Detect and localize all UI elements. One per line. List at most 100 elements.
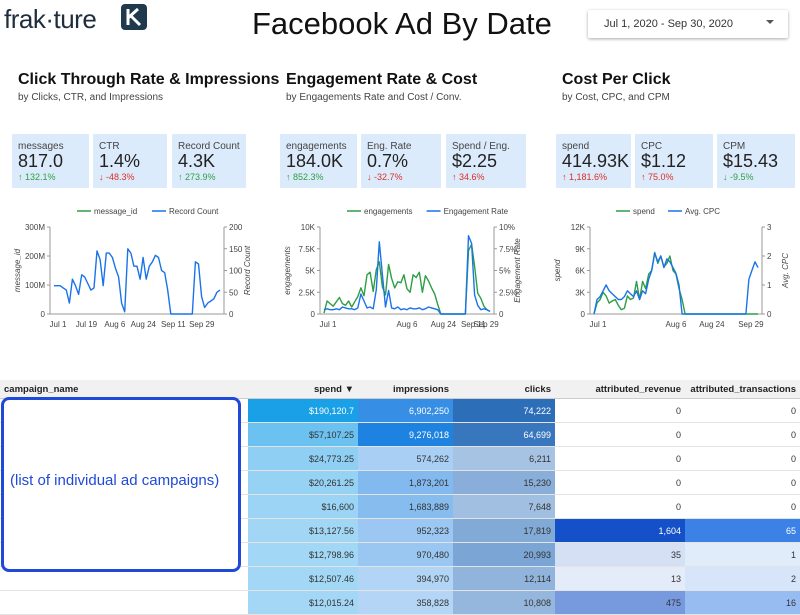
page-title: Facebook Ad By Date [252,6,552,41]
y-tick-label-right: 50 [229,288,238,297]
scorecard-value: $2.25 [452,151,498,171]
series-line-record-count [54,248,221,315]
x-tick-label: Sep 29 [738,320,764,329]
table-cell: $16,600 [248,494,358,519]
scorecard-delta: ↓ -9.5% [723,172,754,182]
section-title-ctr: Click Through Rate & Impressions [18,71,280,88]
scorecard-value: 0.7% [367,151,409,171]
scorecard-delta: ↓ -48.3% [99,172,135,182]
scorecard-spend-per-eng: Spend / Eng. $2.25 ↑ 34.6% [446,134,526,188]
legend-label: Engagement Rate [444,207,509,216]
column-header-attributed-revenue[interactable]: attributed_revenue [555,380,685,399]
table-cell: $12,507.46 [248,566,358,591]
y-tick-label-left: 0 [311,310,316,319]
series-line-spend [593,251,758,315]
table-cell: 65 [685,518,800,543]
y-tick-label-left: 7.5K [299,245,316,254]
section-subtitle-cpc: by Cost, CPC, and CPM [562,92,670,103]
table-cell: 0 [685,446,800,471]
table-cell: 16 [685,590,800,615]
y-tick-label-left: 5K [305,267,315,276]
table-cell: 1,604 [555,518,685,543]
y-tick-label-right: 200 [229,223,243,232]
table-cell: 9,276,018 [358,422,453,447]
x-tick-label: Aug 24 [131,320,157,329]
y-axis-title-left: message_id [13,248,22,292]
scorecard-eng-rate: Eng. Rate 0.7% ↓ -32.7% [361,134,441,188]
scorecard-spend: spend 414.93K ↑ 1,181.6% [556,134,631,188]
table-cell: 64,699 [453,422,555,447]
x-tick-label: Aug 6 [104,320,125,329]
table-cell: 0 [685,494,800,519]
scorecard-messages: messages 817.0 ↑ 132.1% [12,134,89,188]
y-axis-title-right: Engagement Rate [513,238,522,303]
table-cell: 0 [685,470,800,495]
chart-engagements-rate: engagements Engagement Rate 0 2.5K 5K 7.5K 10K… [283,207,522,329]
column-header-attributed-transactions[interactable]: attributed_transactions [685,380,800,399]
column-header-campaign-name[interactable]: campaign_name [0,380,248,399]
column-header-clicks[interactable]: clicks [453,380,555,399]
x-tick-label: Jul 1 [590,320,607,329]
chart-spend-cpc: spend Avg. CPC 0 3K 6K 9K 12K 0 1 2 3 spend Avg. CPC… [553,207,790,329]
table-cell: 6,902,250 [358,398,453,423]
table-cell: 74,222 [453,398,555,423]
table-cell: 10,808 [453,590,555,615]
y-tick-label-left: 200M [25,252,45,261]
chart-messages-record-count: message_id Record Count 0 100M 200M 300M 0 50 10… [13,207,252,329]
table-cell: 1 [685,542,800,567]
y-tick-label-left: 12K [571,223,586,232]
table-cell: 20,993 [453,542,555,567]
x-tick-label: Jul 1 [320,320,337,329]
table-cell: 394,970 [358,566,453,591]
date-range-value: Jul 1, 2020 - Sep 30, 2020 [604,18,734,30]
scorecard-ctr: CTR 1.4% ↓ -48.3% [93,134,167,188]
table-cell: 0 [555,422,685,447]
x-tick-label: Sep 11 [161,320,186,329]
table-cell: $57,107.25 [248,422,358,447]
table-cell: $12,015.24 [248,590,358,615]
table-cell: 1,683,889 [358,494,453,519]
scorecard-delta: ↓ -32.7% [367,172,403,182]
table-cell: 0 [555,494,685,519]
table-cell: 475 [555,590,685,615]
y-tick-label-right: 10% [499,223,515,232]
section-subtitle-engagement: by Engagements Rate and Cost / Conv. [286,92,462,103]
y-tick-label-right: 1 [767,281,772,290]
scorecard-value: 1.4% [99,151,141,171]
table-cell: 2 [685,566,800,591]
table-cell: 0 [555,398,685,423]
y-tick-label-left: 2.5K [299,288,316,297]
column-header-impressions[interactable]: impressions [358,380,453,399]
y-tick-label-right: 100 [229,267,243,276]
table-cell: 0 [685,422,800,447]
table-cell [0,590,248,615]
frakture-logo-icon [121,4,147,30]
x-tick-label: Sep 29 [473,320,499,329]
scorecard-delta: ↑ 34.6% [452,172,485,182]
scorecard-value: $15.43 [723,151,779,171]
scorecard-value: 184.0K [286,151,344,171]
legend-label: message_id [94,207,137,216]
x-tick-label: Aug 6 [397,320,418,329]
table-cell: 17,819 [453,518,555,543]
date-range-picker[interactable]: Jul 1, 2020 - Sep 30, 2020 [588,10,788,38]
scorecard-delta: ↑ 1,181.6% [562,172,608,182]
table-cell: $13,127.56 [248,518,358,543]
table-row[interactable]: $12,015.24 358,828 10,808 475 16 [0,590,800,615]
table-cell: 574,262 [358,446,453,471]
y-tick-label-left: 0 [581,310,586,319]
y-axis-title-left: spend [553,259,562,281]
scorecard-delta: ↑ 852.3% [286,172,324,182]
y-axis-title-right: Record Count [243,245,252,295]
section-subtitle-ctr: by Clicks, CTR, and Impressions [18,92,164,103]
frakture-logo-text: frak·ture [4,4,97,34]
table-cell: $190,120.7 [248,398,358,423]
table-cell: 1,873,201 [358,470,453,495]
x-tick-label: Sep 29 [189,320,215,329]
scorecard-cpm: CPM $15.43 ↓ -9.5% [717,134,795,188]
y-tick-label-right: 5% [499,267,511,276]
table-cell: 6,211 [453,446,555,471]
y-tick-label-left: 0 [41,310,46,319]
column-header-spend[interactable]: spend ▼ [248,380,358,399]
scorecard-delta: ↑ 273.9% [178,172,216,182]
